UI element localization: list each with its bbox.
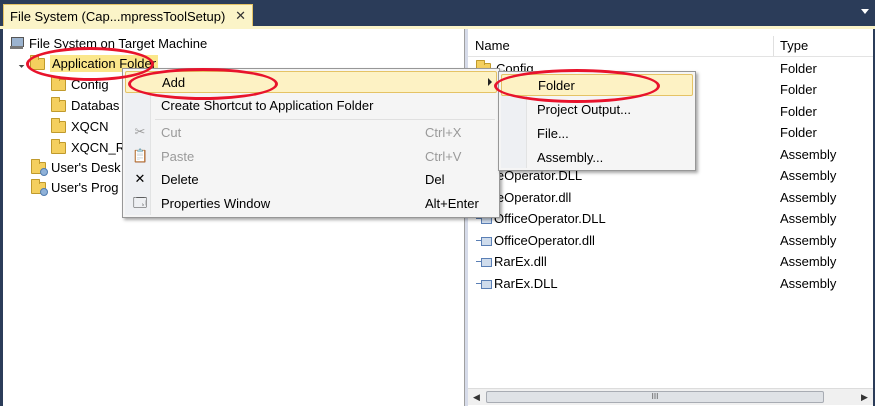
list-item-name: RarEx.dll	[494, 254, 547, 269]
annotation-oval-application-folder	[26, 47, 154, 81]
list-item[interactable]: OfficeOperator.DLL Assembly	[468, 208, 873, 229]
scissors-icon: ✂	[134, 124, 146, 139]
list-item-type: Assembly	[780, 233, 837, 248]
menu-item-delete[interactable]: ✕ Delete Del	[125, 168, 497, 190]
clipboard-icon: 📋	[132, 148, 149, 163]
document-tab-strip: File System (Cap...mpressToolSetup) ✕	[0, 0, 875, 27]
menu-item-label: File...	[537, 125, 569, 141]
menu-item-shortcut: Ctrl+V	[425, 148, 462, 164]
list-item-name: OfficeOperator.DLL	[494, 211, 606, 226]
list-item-name: RarEx.DLL	[494, 276, 558, 291]
menu-separator	[155, 119, 495, 120]
tree-item-label: XQCN_R	[71, 140, 126, 155]
horizontal-scrollbar[interactable]: ◀ III ▶	[468, 388, 873, 405]
list-item[interactable]: RarEx.dll Assembly	[468, 251, 873, 272]
list-item-type: Folder	[780, 82, 817, 97]
tree-item-label: User's Prog	[51, 180, 119, 195]
annotation-oval-add	[128, 68, 278, 100]
menu-item-label: Properties Window	[161, 195, 271, 211]
chevron-down-icon[interactable]	[861, 9, 869, 14]
scroll-right-icon[interactable]: ▶	[856, 389, 873, 405]
tree-item-label: XQCN	[71, 119, 109, 134]
list-item-type: Assembly	[780, 211, 837, 226]
menu-item-label: Paste	[161, 148, 195, 164]
submenu-arrow-icon	[488, 78, 492, 86]
assembly-icon	[476, 236, 492, 246]
assembly-icon	[476, 257, 492, 267]
tree-item-xqcn[interactable]: XQCN	[51, 116, 109, 137]
tab-title: File System (Cap...mpressToolSetup)	[10, 8, 226, 24]
menu-item-label: Delete	[161, 171, 199, 187]
tree-item-label: User's Desk	[51, 160, 121, 175]
folder-icon	[51, 96, 66, 112]
list-item[interactable]: RarEx.DLL Assembly	[468, 273, 873, 294]
document-tab[interactable]: File System (Cap...mpressToolSetup) ✕	[3, 4, 253, 27]
expand-arrow-icon[interactable]	[16, 59, 25, 68]
list-item-name: leOperator.dll	[494, 190, 572, 205]
tree-item-user-desktop[interactable]: User's Desk	[31, 157, 121, 178]
assembly-icon	[476, 279, 492, 289]
column-divider[interactable]	[773, 36, 774, 56]
list-item[interactable]: leOperator.dll Assembly	[468, 187, 873, 208]
tree-item-xqcn-r[interactable]: XQCN_R	[51, 137, 125, 158]
list-item-type: Assembly	[780, 254, 837, 269]
tree-item-user-programs[interactable]: User's Prog	[31, 177, 119, 198]
list-item-type: Assembly	[780, 190, 837, 205]
menu-item-file[interactable]: File...	[501, 122, 693, 144]
list-item-name: OfficeOperator.dll	[494, 233, 595, 248]
list-item-type: Folder	[780, 104, 817, 119]
menu-item-label: Cut	[161, 124, 182, 140]
folder-icon	[51, 75, 66, 91]
scrollbar-thumb[interactable]: III	[486, 391, 824, 403]
close-icon[interactable]: ✕	[235, 8, 246, 24]
list-header: Name Type	[468, 33, 873, 57]
menu-item-paste[interactable]: 📋 Paste Ctrl+V	[125, 145, 497, 167]
list-item-type: Folder	[780, 61, 817, 76]
menu-item-assembly[interactable]: Assembly...	[501, 146, 693, 168]
tree-item-label: Databas	[71, 98, 120, 113]
properties-icon: 🗔	[132, 195, 148, 210]
menu-item-shortcut: Alt+Enter	[425, 195, 479, 211]
list-item-type: Assembly	[780, 276, 837, 291]
folder-icon	[51, 138, 66, 154]
menu-item-label: Project Output...	[537, 101, 631, 117]
column-header-name[interactable]: Name	[475, 38, 510, 53]
tree-item-database[interactable]: Databas	[51, 95, 119, 116]
list-item-type: Folder	[780, 125, 817, 140]
folder-icon	[51, 117, 66, 133]
menu-item-properties[interactable]: 🗔 Properties Window Alt+Enter	[125, 192, 497, 214]
list-item-type: Assembly	[780, 147, 837, 162]
list-item[interactable]: OfficeOperator.dll Assembly	[468, 230, 873, 251]
menu-item-shortcut: Ctrl+X	[425, 124, 462, 140]
menu-item-label: Assembly...	[537, 149, 604, 165]
scroll-left-icon[interactable]: ◀	[468, 389, 485, 405]
delete-x-icon: ✕	[134, 171, 146, 186]
computer-icon	[10, 37, 24, 50]
user-folder-icon	[31, 158, 48, 176]
menu-item-cut[interactable]: ✂ Cut Ctrl+X	[125, 121, 497, 143]
list-item-type: Assembly	[780, 168, 837, 183]
annotation-oval-folder	[494, 69, 660, 103]
column-header-type[interactable]: Type	[780, 38, 808, 53]
user-folder-icon	[31, 178, 48, 196]
menu-item-shortcut: Del	[425, 171, 445, 187]
